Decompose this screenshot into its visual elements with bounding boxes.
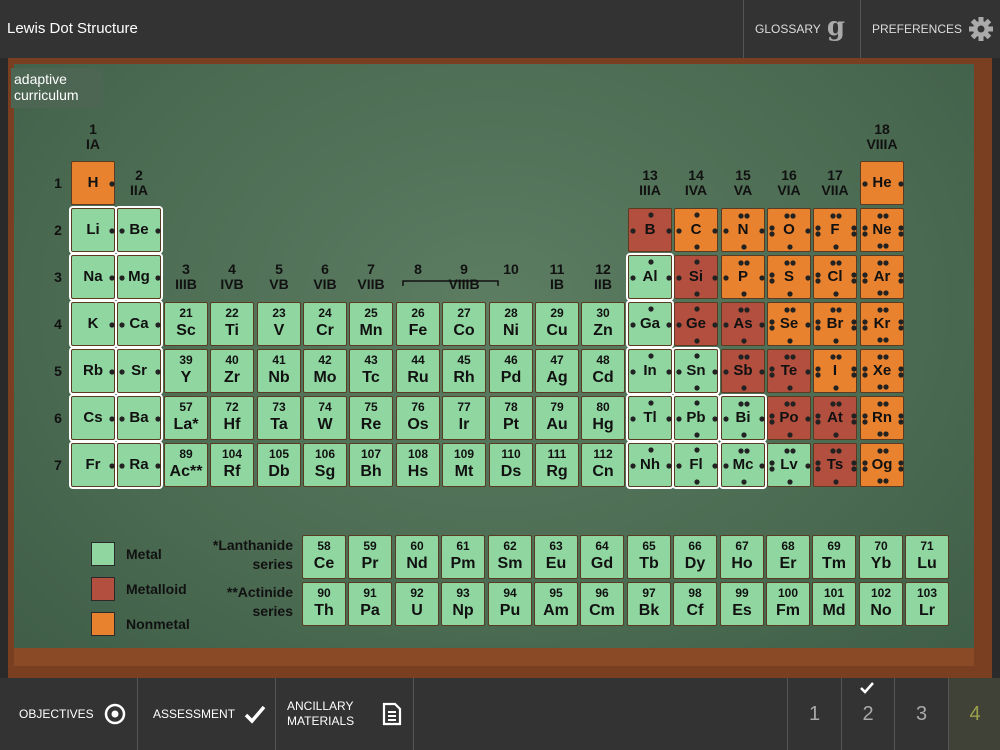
- ancillary-label-line-1: ANCILLARY: [287, 699, 354, 713]
- ancillary-label-line-2: MATERIALS: [287, 714, 355, 728]
- objectives-button[interactable]: OBJECTIVES: [0, 678, 138, 750]
- checkmark-icon: [244, 705, 266, 724]
- completed-checkmark-icon: [859, 682, 874, 694]
- page-button-2[interactable]: 2: [840, 678, 895, 750]
- page-number: 4: [969, 703, 981, 725]
- page-button-1[interactable]: 1: [787, 678, 841, 750]
- assessment-button[interactable]: ASSESSMENT: [138, 678, 276, 750]
- page-number: 1: [808, 703, 821, 725]
- assessment-label: ASSESSMENT: [153, 707, 236, 721]
- bottom-bar: OBJECTIVES ASSESSMENT ANCILLARY MATERIAL…: [0, 678, 1000, 750]
- page-button-4[interactable]: 4: [947, 678, 1000, 750]
- page-number: 2: [862, 703, 874, 725]
- group-8-10-bracket: [402, 280, 499, 286]
- page-button-3[interactable]: 3: [894, 678, 948, 750]
- ancillary-label: ANCILLARY MATERIALS: [287, 699, 354, 729]
- document-icon: [383, 702, 402, 726]
- target-icon: [104, 703, 125, 725]
- ancillary-materials-button[interactable]: ANCILLARY MATERIALS: [276, 678, 414, 750]
- objectives-label: OBJECTIVES: [19, 707, 94, 721]
- page-number: 3: [915, 703, 928, 725]
